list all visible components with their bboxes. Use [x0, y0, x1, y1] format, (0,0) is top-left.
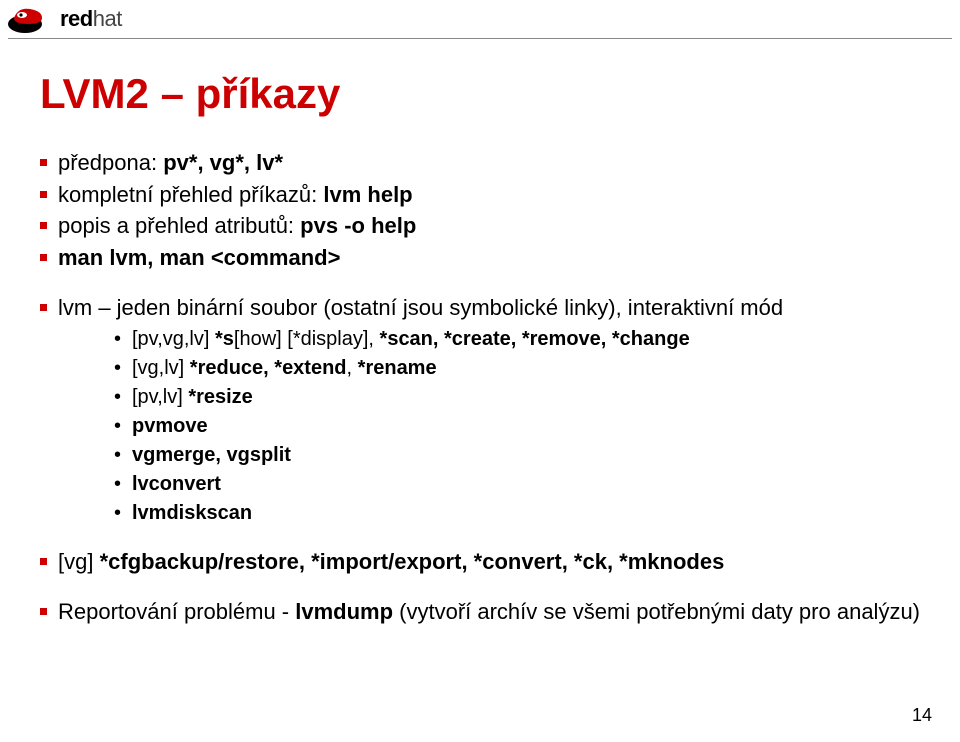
- bullet-group-3: [vg] *cfgbackup/restore, *import/export,…: [40, 547, 920, 577]
- header-divider: [8, 38, 952, 39]
- bullet-group-2: lvm – jeden binární soubor (ostatní jsou…: [40, 293, 920, 528]
- redhat-icon: [8, 4, 54, 34]
- sub-item: [pv,vg,lv] *s[how] [*display], *scan, *c…: [114, 326, 920, 353]
- sub-item: lvconvert: [114, 471, 920, 498]
- page-number: 14: [912, 705, 932, 726]
- sub-item: pvmove: [114, 413, 920, 440]
- bullet-group-1: předpona: pv*, vg*, lv* kompletní přehle…: [40, 148, 920, 273]
- slide-title: LVM2 – příkazy: [40, 70, 920, 118]
- brand-logo: redhat: [8, 4, 122, 34]
- bullet-item: lvm – jeden binární soubor (ostatní jsou…: [40, 293, 920, 528]
- sub-item: vgmerge, vgsplit: [114, 442, 920, 469]
- sub-bullet-list: [pv,vg,lv] *s[how] [*display], *scan, *c…: [114, 326, 920, 527]
- bullet-item: Reportování problému - lvmdump (vytvoří …: [40, 597, 920, 627]
- sub-item: [pv,lv] *resize: [114, 384, 920, 411]
- bullet-item: kompletní přehled příkazů: lvm help: [40, 180, 920, 210]
- brand-text: redhat: [60, 6, 122, 32]
- slide-body: LVM2 – příkazy předpona: pv*, vg*, lv* k…: [40, 60, 920, 647]
- bullet-item: předpona: pv*, vg*, lv*: [40, 148, 920, 178]
- bullet-group-4: Reportování problému - lvmdump (vytvoří …: [40, 597, 920, 627]
- bullet-item: man lvm, man <command>: [40, 243, 920, 273]
- bullet-item: popis a přehled atributů: pvs -o help: [40, 211, 920, 241]
- sub-item: [vg,lv] *reduce, *extend, *rename: [114, 355, 920, 382]
- bullet-item: [vg] *cfgbackup/restore, *import/export,…: [40, 547, 920, 577]
- sub-item: lvmdiskscan: [114, 500, 920, 527]
